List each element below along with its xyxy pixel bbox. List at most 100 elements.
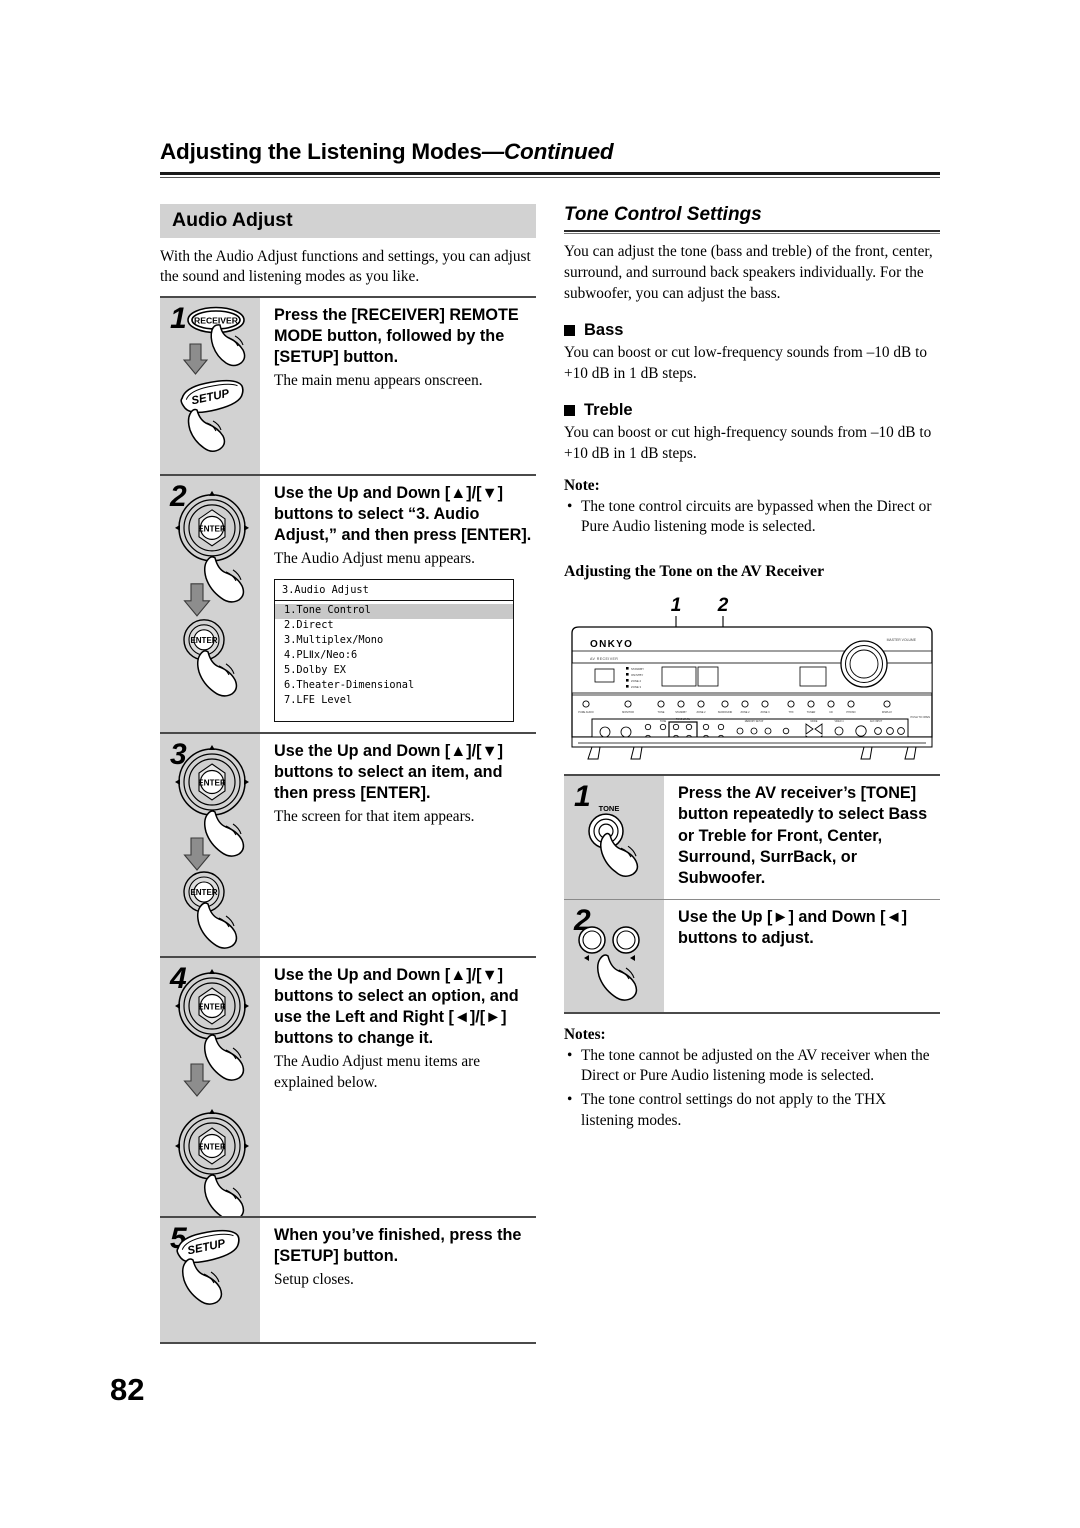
note-item: The tone control circuits are bypassed w… — [567, 497, 940, 538]
step-5-instruction: When you’ve finished, press the [SETUP] … — [274, 1225, 522, 1265]
svg-text:TONE LEVEL: TONE LEVEL — [676, 719, 691, 721]
svg-text:ZONE 2: ZONE 2 — [631, 679, 642, 683]
note-label: Note: — [564, 476, 600, 494]
osd-menu-title: 3.Audio Adjust — [275, 580, 513, 601]
receiver-step-1-art-cell: 1 TONE — [564, 776, 664, 899]
notes-item: The tone control settings do not apply t… — [567, 1090, 940, 1131]
receiver-steps: 1 TONE Press the AV receiver’s [TONE] bu… — [564, 774, 940, 1014]
step-1-instruction: Press the [RECEIVER] REMOTE MODE button,… — [274, 306, 519, 367]
svg-text:STANDBY: STANDBY — [675, 711, 687, 714]
step-5-text-cell: When you’ve finished, press the [SETUP] … — [260, 1218, 536, 1342]
dpad-wheel-top: ENTER — [175, 490, 249, 565]
audio-adjust-steps: 1 RECEIVER SETUP Press the [RECEIVER] RE… — [160, 296, 536, 1344]
bass-text: You can boost or cut low-frequency sound… — [564, 344, 927, 382]
square-bullet-icon — [564, 325, 575, 337]
callout-1: 1 — [671, 595, 682, 616]
svg-text:ENTER: ENTER — [198, 1002, 226, 1011]
step-3-text-cell: Use the Up and Down [▲]/[▼] buttons to s… — [260, 734, 536, 956]
step-3-art-cell: 3 ENTER ENTER — [160, 733, 260, 956]
svg-text:MASTER VOLUME: MASTER VOLUME — [887, 638, 917, 642]
svg-text:VIDEO 4: VIDEO 4 — [834, 721, 844, 723]
svg-text:DISPLAY: DISPLAY — [882, 711, 893, 714]
osd-menu-item[interactable]: 7.LFE Level — [275, 694, 513, 709]
step-1: 1 RECEIVER SETUP Press the [RECEIVER] RE… — [160, 298, 536, 477]
osd-menu-item[interactable]: 3.Multiplex/Mono — [275, 634, 513, 649]
tone-control-settings-title: Tone Control Settings — [564, 203, 762, 225]
running-head-title: Adjusting the Listening Modes — [160, 139, 482, 164]
osd-menu-item[interactable]: 5.Dolby EX — [275, 664, 513, 679]
step-5-result: Setup closes. — [274, 1270, 354, 1288]
svg-text:ZONE 2: ZONE 2 — [696, 711, 706, 714]
dpad-wheel-top: ENTER — [175, 744, 249, 819]
manual-page: Adjusting the Listening Modes—Continued … — [160, 139, 940, 1430]
osd-menu-item[interactable]: 6.Theater-Dimensional — [275, 679, 513, 694]
bass-heading-label: Bass — [584, 321, 624, 340]
tone-control-intro: You can adjust the tone (bass and treble… — [564, 243, 933, 302]
receiver-step-2: 2 Use the Up [►] and Down [◄] buttons to… — [564, 899, 940, 1014]
notes-label: Notes: — [564, 1025, 606, 1043]
treble-text: You can boost or cut high-frequency soun… — [564, 424, 932, 463]
receiver-step-2-text-cell: Use the Up [►] and Down [◄] buttons to a… — [664, 900, 940, 1012]
svg-text:THX: THX — [789, 711, 794, 714]
step-1-art-cell: 1 RECEIVER SETUP — [160, 298, 260, 475]
step-4: 4 ENTER ENTER Use the Up and Down [▲]/[▼… — [160, 957, 536, 1218]
step-3-instruction: Use the Up and Down [▲]/[▼] buttons to s… — [274, 741, 503, 802]
audio-adjust-band: Audio Adjust — [160, 203, 536, 238]
step-4-art-cell: 4 ENTER ENTER — [160, 957, 260, 1216]
svg-text:TONE: TONE — [658, 711, 665, 714]
dpad-wheel-bottom: ENTER — [175, 1108, 249, 1183]
svg-text:ZONE 3: ZONE 3 — [760, 711, 770, 714]
svg-text:ZONE 3: ZONE 3 — [631, 685, 642, 689]
svg-text:PHONO: PHONO — [846, 711, 855, 714]
svg-text:ENTER: ENTER — [190, 636, 217, 645]
osd-menu-item[interactable]: 1.Tone Control — [275, 603, 513, 619]
callout-2: 2 — [717, 595, 729, 616]
svg-text:MEMORY SETUP: MEMORY SETUP — [745, 721, 764, 723]
right-arrow-icon — [630, 954, 635, 961]
left-column: Audio Adjust With the Audio Adjust funct… — [160, 203, 536, 1344]
square-bullet-icon — [564, 405, 575, 417]
svg-text:ENTER: ENTER — [198, 1142, 226, 1151]
audio-adjust-intro: With the Audio Adjust functions and sett… — [160, 247, 531, 286]
svg-text:ENTER: ENTER — [190, 888, 217, 897]
tone-button-art: TONE — [588, 805, 639, 878]
remote-setup-art: SETUP — [176, 1229, 240, 1305]
av-receiver-diagram: 1 2 ONKYO AV RECEIVER MASTER VOLUME STAN… — [571, 595, 933, 760]
osd-menu-item[interactable]: 4.PLⅡx/Neo:6 — [275, 649, 513, 664]
receiver-button-label: RECEIVER — [194, 316, 239, 326]
bass-heading: Bass — [564, 321, 940, 340]
step-4-instruction: Use the Up and Down [▲]/[▼] buttons to s… — [274, 965, 519, 1047]
treble-heading-label: Treble — [584, 401, 633, 420]
step-3: 3 ENTER ENTER Use the Up and Down [▲]/[▼… — [160, 733, 536, 958]
osd-menu-list: 1.Tone Control 2.Direct 3.Multiplex/Mono… — [275, 601, 513, 721]
note-list: The tone control circuits are bypassed w… — [564, 497, 940, 538]
svg-text:MODE: MODE — [811, 721, 818, 723]
receiver-section-title: Adjusting the Tone on the AV Receiver — [564, 563, 825, 581]
step-3-result: The screen for that item appears. — [274, 807, 475, 825]
svg-text:ENTER: ENTER — [198, 778, 226, 787]
receiver-step-1-text-cell: Press the AV receiver’s [TONE] button re… — [664, 776, 940, 898]
svg-text:PUSH TO OPEN: PUSH TO OPEN — [910, 715, 930, 719]
step-4-result: The Audio Adjust menu items are explaine… — [274, 1053, 481, 1091]
svg-text:ENTER: ENTER — [198, 524, 226, 533]
osd-menu-item[interactable]: 2.Direct — [275, 619, 513, 634]
step-1-result: The main menu appears onscreen. — [274, 372, 483, 390]
svg-text:CD: CD — [829, 711, 833, 714]
step-1-text-cell: Press the [RECEIVER] REMOTE MODE button,… — [260, 298, 536, 474]
svg-text:MONITOR: MONITOR — [622, 711, 634, 714]
two-column-body: Audio Adjust With the Audio Adjust funct… — [160, 203, 940, 1344]
right-column: Tone Control Settings You can adjust the… — [564, 204, 940, 1344]
remote-dpad-enter-art: ENTER ENTER — [175, 490, 249, 697]
treble-heading: Treble — [564, 401, 940, 420]
svg-text:AV RECEIVER: AV RECEIVER — [590, 657, 618, 661]
svg-text:STANDBY: STANDBY — [631, 667, 644, 671]
step-5: 5 SETUP When you’ve finished, press the … — [160, 1217, 536, 1344]
running-head-continued: —Continued — [481, 139, 614, 164]
running-head-rule — [160, 171, 940, 178]
onkyo-logo: ONKYO — [590, 639, 633, 650]
step-2: 2 ENTER ENTER Use the Up and Down [▲]/[▼… — [160, 476, 536, 734]
notes-item: The tone cannot be adjusted on the AV re… — [567, 1046, 940, 1087]
tone-control-rule — [564, 229, 940, 235]
svg-text:ON/STBY: ON/STBY — [631, 673, 643, 677]
two-adjust-buttons-art — [578, 925, 640, 1001]
